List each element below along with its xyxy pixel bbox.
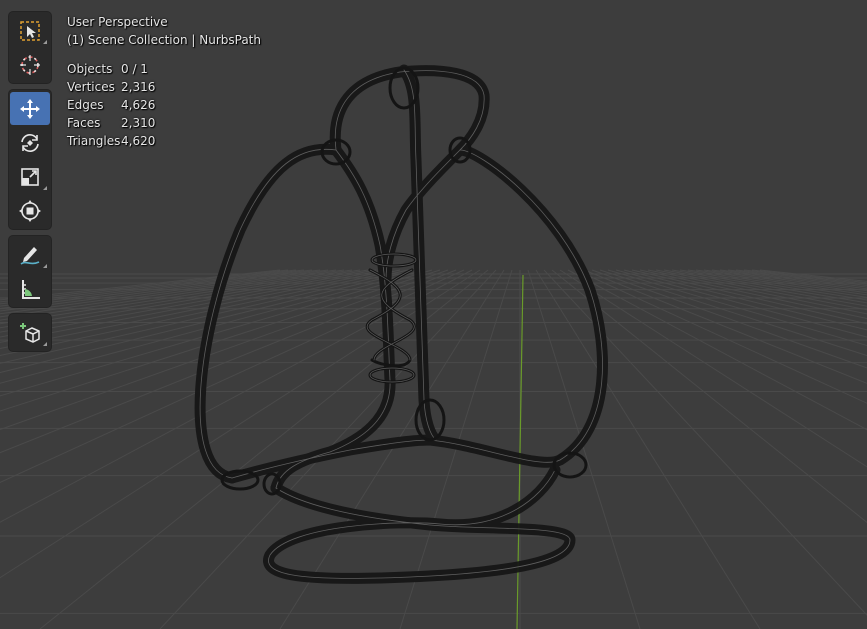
scene-collection-label: (1) Scene Collection | NurbsPath — [67, 33, 261, 47]
grid-line — [591, 269, 867, 369]
grid-line — [735, 269, 867, 287]
stat-label: Triangles — [67, 134, 121, 148]
annotate-icon — [20, 246, 40, 265]
tool-options-corner-icon — [43, 264, 47, 268]
tool-options-corner-icon — [43, 342, 47, 346]
tool-group-transform — [9, 90, 51, 229]
stat-value: 4,620 — [121, 134, 156, 148]
stat-label: Edges — [67, 98, 104, 112]
stat-row: Triangles 4,620 — [67, 132, 261, 150]
tool-options-corner-icon — [43, 40, 47, 44]
stat-row: Edges 4,626 — [67, 96, 261, 114]
grid-line — [599, 269, 867, 357]
3d-viewport[interactable]: User Perspective (1) Scene Collection | … — [0, 0, 867, 629]
measure-tool[interactable] — [10, 272, 50, 305]
stat-label: Faces — [67, 116, 101, 130]
grid-line — [607, 269, 867, 346]
rotate-icon — [21, 133, 39, 152]
transform-tool[interactable] — [10, 194, 50, 227]
add-cube-tool[interactable] — [10, 316, 50, 349]
grid-line — [623, 269, 867, 331]
grid-line — [631, 269, 867, 325]
select-box-tool[interactable] — [10, 14, 50, 47]
grid-line — [559, 269, 867, 468]
cursor-icon — [20, 54, 40, 75]
stat-row: Objects 0 / 1 — [67, 60, 261, 78]
viewport-info-overlay: User Perspective (1) Scene Collection | … — [67, 13, 261, 150]
stat-value: 0 / 1 — [121, 62, 148, 76]
tool-group-annotate — [9, 236, 51, 307]
move-tool[interactable] — [10, 92, 50, 125]
stat-value: 2,310 — [121, 116, 156, 130]
stat-label: Objects — [67, 62, 113, 76]
stat-label: Vertices — [67, 80, 115, 94]
grid-line — [647, 269, 867, 315]
rotate-tool[interactable] — [10, 126, 50, 159]
tool-shelf — [9, 12, 51, 358]
grid-line — [743, 269, 867, 285]
stat-value: 4,626 — [121, 98, 156, 112]
measure-icon — [22, 279, 40, 299]
transform-icon — [19, 199, 41, 222]
tool-group-select — [9, 12, 51, 83]
view-perspective-label: User Perspective — [67, 15, 168, 29]
select-box-icon — [20, 20, 40, 41]
grid-line — [679, 269, 867, 301]
cursor-tool[interactable] — [10, 48, 50, 81]
grid-line — [583, 269, 867, 384]
grid-line — [527, 269, 641, 629]
grid-line — [727, 269, 867, 288]
tool-group-add — [9, 314, 51, 351]
move-icon — [20, 98, 40, 119]
stat-row: Faces 2,310 — [67, 114, 261, 132]
annotate-tool[interactable] — [10, 238, 50, 271]
scene-statistics: Objects 0 / 1 Vertices 2,316 Edges 4,626… — [67, 60, 261, 150]
grid-line — [655, 269, 867, 311]
scale-tool[interactable] — [10, 160, 50, 193]
stat-value: 2,316 — [121, 80, 156, 94]
add-cube-icon — [20, 322, 40, 343]
grid-line — [639, 269, 867, 320]
tool-options-corner-icon — [43, 186, 47, 190]
scale-icon — [21, 167, 39, 186]
stat-row: Vertices 2,316 — [67, 78, 261, 96]
